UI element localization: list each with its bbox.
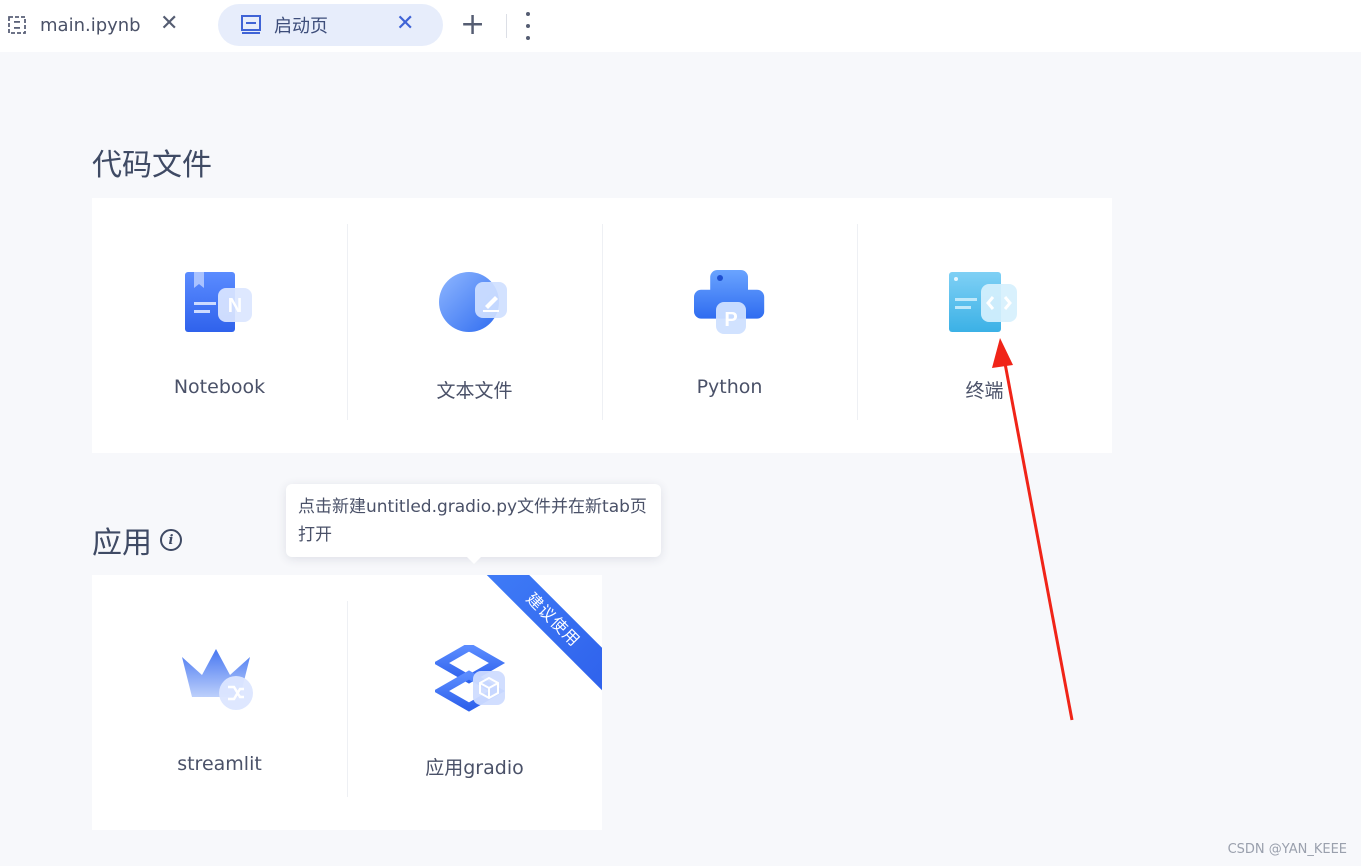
python-icon: P xyxy=(694,270,765,334)
gradio-icon xyxy=(435,645,506,712)
code-cards-panel: N Notebook 文本文件 P Python 终端 xyxy=(92,198,1112,453)
section-title-code: 代码文件 xyxy=(92,148,212,183)
tab-main-ipynb[interactable]: main.ipynb ✕ xyxy=(0,4,200,46)
card-python[interactable]: P Python xyxy=(602,198,857,453)
close-icon[interactable]: ✕ xyxy=(160,13,178,35)
text-file-icon xyxy=(439,272,507,332)
card-streamlit[interactable]: streamlit xyxy=(92,575,347,830)
card-gradio[interactable]: 应用gradio 建议使用 xyxy=(347,575,602,830)
notebook-tab-icon xyxy=(6,14,28,36)
tab-label: main.ipynb xyxy=(40,14,141,36)
tab-bar: main.ipynb ✕ 启动页 ✕ + xyxy=(0,0,1361,52)
tab-label: 启动页 xyxy=(274,16,328,37)
streamlit-icon xyxy=(182,649,253,710)
info-icon[interactable]: i xyxy=(160,529,182,551)
terminal-icon xyxy=(949,272,1017,332)
section-title-apps: 应用 i xyxy=(92,518,182,562)
card-label: Notebook xyxy=(173,376,266,398)
more-options-icon[interactable] xyxy=(520,12,536,40)
launcher-tab-icon xyxy=(240,14,262,36)
card-label: streamlit xyxy=(177,753,262,775)
svg-text:P: P xyxy=(724,309,737,331)
card-label: Python xyxy=(696,376,763,398)
gradio-tooltip: 点击新建untitled.gradio.py文件并在新tab页打开 xyxy=(286,484,661,557)
card-label: 应用gradio xyxy=(425,757,524,779)
watermark: CSDN @YAN_KEEE xyxy=(1227,842,1347,857)
card-terminal[interactable]: 终端 xyxy=(857,198,1112,453)
svg-text:N: N xyxy=(228,295,242,317)
card-label: 文本文件 xyxy=(436,380,513,402)
close-icon[interactable]: ✕ xyxy=(396,13,414,35)
notebook-icon: N xyxy=(185,272,252,332)
card-text-file[interactable]: 文本文件 xyxy=(347,198,602,453)
card-label: 终端 xyxy=(965,380,1004,402)
tab-launcher[interactable]: 启动页 ✕ xyxy=(218,4,443,46)
tab-separator xyxy=(506,14,507,38)
app-cards-panel: streamlit 应用gradio 建议使用 xyxy=(92,575,602,830)
card-notebook[interactable]: N Notebook xyxy=(92,198,347,453)
tooltip-arrow xyxy=(466,556,482,564)
add-tab-icon[interactable]: + xyxy=(460,10,485,40)
